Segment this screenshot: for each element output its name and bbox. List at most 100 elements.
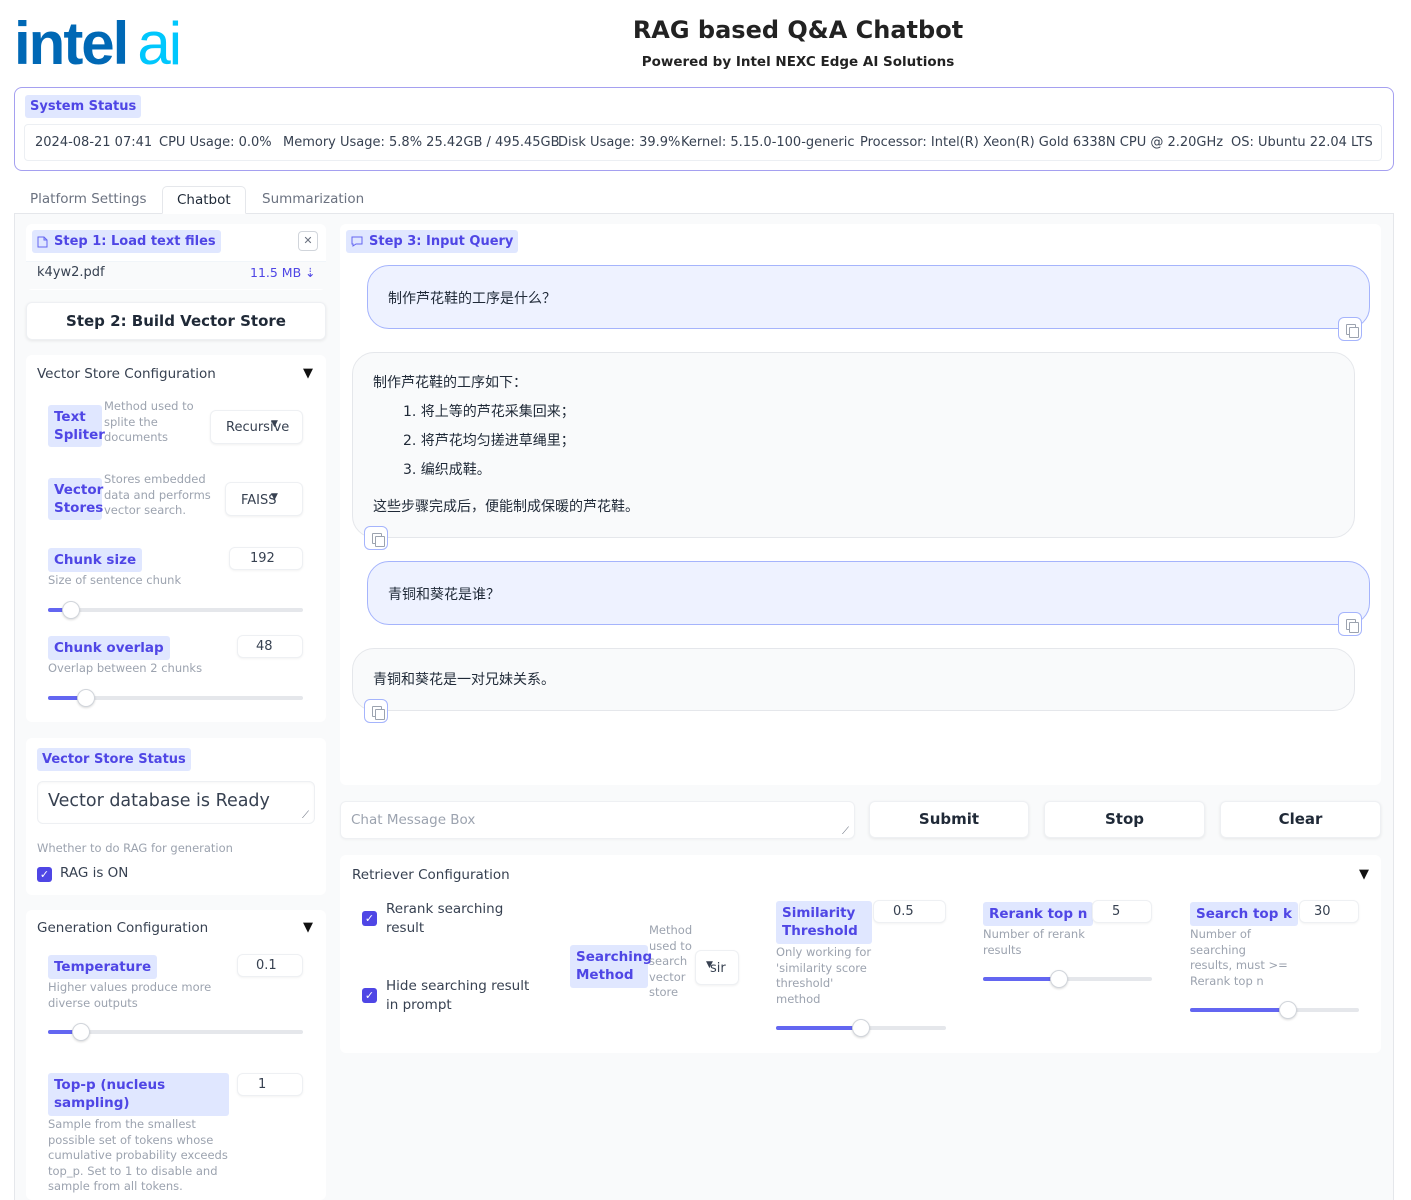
vector-store-config-title[interactable]: Vector Store Configuration	[37, 366, 216, 382]
status-processor: Processor: Intel(R) Xeon(R) Gold 6338N C…	[860, 135, 1224, 150]
build-vector-store-button[interactable]: Step 2: Build Vector Store	[26, 302, 326, 340]
vector-store-status-textbox[interactable]: Vector database is Ready	[37, 781, 315, 824]
chunk-size-slider[interactable]	[48, 601, 303, 619]
bot-message-outro: 这些步骤完成后，便能制成保暖的芦花鞋。	[373, 499, 639, 515]
slider-thumb[interactable]	[61, 601, 80, 619]
copy-icon[interactable]	[364, 699, 388, 723]
bot-message: 制作芦花鞋的工序如下： 1. 将上等的芦花采集回来； 2. 将芦花均匀搓进草绳里…	[352, 352, 1355, 538]
bot-message-step: 3. 编织成鞋。	[403, 462, 491, 478]
file-size-download[interactable]: 11.5 MB ⇣	[250, 265, 316, 280]
status-kernel: Kernel: 5.15.0-100-generic	[681, 135, 855, 150]
slider-thumb[interactable]	[1279, 1001, 1298, 1019]
slider-thumb[interactable]	[1050, 970, 1069, 988]
dropdown-arrow-icon: ▼	[271, 492, 278, 502]
slider-fill	[776, 1026, 861, 1030]
chat-message-placeholder: Chat Message Box	[351, 812, 476, 828]
similarity-threshold-input[interactable]: 0.5	[873, 900, 946, 923]
search-top-k-input[interactable]: 30	[1299, 900, 1359, 923]
intel-ai-logo: intel ai	[14, 14, 182, 74]
tab-platform-settings[interactable]: Platform Settings	[16, 186, 161, 214]
rag-checkbox[interactable]: ✓	[37, 867, 52, 882]
tab-summarization[interactable]: Summarization	[248, 186, 378, 214]
step3-label-text: Step 3: Input Query	[369, 234, 514, 249]
temperature-slider[interactable]	[48, 1023, 303, 1041]
chunk-size-label: Chunk size	[48, 548, 143, 572]
searching-method-dropdown[interactable]: sir ▼	[695, 950, 739, 985]
slider-fill	[983, 977, 1060, 981]
generation-config-title[interactable]: Generation Configuration	[37, 920, 208, 936]
collapse-triangle-icon[interactable]: ▼	[303, 366, 313, 381]
bot-message-step: 1. 将上等的芦花采集回来；	[403, 404, 575, 420]
slider-thumb[interactable]	[852, 1019, 870, 1037]
page-subtitle: Powered by Intel NEXC Edge AI Solutions	[641, 54, 955, 70]
logo-ai-text: ai	[137, 10, 182, 77]
vector-stores-dropdown[interactable]: FAISS ▼	[225, 482, 303, 516]
rerank-label: Rerank searching result	[386, 901, 504, 936]
bot-message-step: 2. 将芦花均匀搓进草绳里；	[403, 433, 575, 449]
rag-label: RAG is ON	[60, 865, 129, 881]
dropdown-arrow-icon: ▼	[706, 960, 713, 970]
search-top-k-info: Number of searching results, must >= Rer…	[1190, 927, 1288, 988]
hide-result-label: Hide searching result in prompt	[386, 978, 530, 1013]
resize-handle-icon[interactable]: ⟋	[842, 826, 849, 837]
status-memory: Memory Usage: 5.8% 25.42GB / 495.45GB	[283, 135, 560, 150]
close-icon[interactable]: ✕	[298, 231, 318, 251]
clear-button[interactable]: Clear	[1220, 801, 1381, 838]
search-top-k-label: Search top k	[1190, 902, 1299, 926]
tab-chatbot[interactable]: Chatbot	[162, 186, 246, 214]
step1-label: Step 1: Load text files	[32, 230, 221, 253]
collapse-triangle-icon[interactable]: ▼	[1359, 867, 1369, 882]
user-message: 制作芦花鞋的工序是什么？	[367, 265, 1370, 329]
bot-message-intro: 制作芦花鞋的工序如下：	[373, 375, 527, 391]
collapse-triangle-icon[interactable]: ▼	[303, 920, 313, 935]
rerank-top-n-input[interactable]: 5	[1092, 900, 1152, 923]
system-status-line: 2024-08-21 07:41 CPU Usage: 0.0% Memory …	[24, 124, 1382, 161]
similarity-threshold-slider[interactable]	[776, 1019, 946, 1037]
vector-stores-info: Stores embedded data and performs vector…	[104, 472, 211, 517]
similarity-threshold-info: Only working for 'similarity score thres…	[776, 945, 872, 1006]
chunk-overlap-label: Chunk overlap	[48, 636, 170, 660]
chunk-size-info: Size of sentence chunk	[48, 573, 182, 587]
top-p-info: Sample from the smallest possible set of…	[48, 1117, 228, 1193]
bot-message: 青铜和葵花是一对兄妹关系。	[352, 648, 1355, 711]
rerank-top-n-label: Rerank top n	[983, 902, 1094, 926]
retriever-config-title[interactable]: Retriever Configuration	[352, 867, 510, 883]
chat-message-input[interactable]: Chat Message Box	[340, 801, 855, 839]
text-splitter-label: Text Spliter	[48, 405, 105, 447]
search-top-k-slider[interactable]	[1190, 1001, 1359, 1019]
chunk-overlap-input[interactable]: 48	[237, 635, 303, 658]
copy-icon[interactable]	[1338, 612, 1362, 636]
file-icon	[37, 236, 48, 247]
resize-handle-icon[interactable]: ⟋	[302, 810, 309, 821]
status-os: OS: Ubuntu 22.04 LTS	[1231, 135, 1373, 150]
text-splitter-dropdown[interactable]: Recursive ▼	[210, 410, 303, 444]
status-cpu: CPU Usage: 0.0%	[159, 135, 272, 150]
user-message-text: 制作芦花鞋的工序是什么？	[388, 291, 556, 307]
chunk-overlap-slider[interactable]	[48, 689, 303, 707]
vector-stores-label: Vector Stores	[48, 478, 103, 520]
logo-intel-text: intel	[14, 10, 129, 77]
searching-method-info: Method used to search vector store	[649, 923, 693, 999]
submit-button[interactable]: Submit	[869, 801, 1029, 838]
vector-store-status-value: Vector database is Ready	[48, 791, 270, 811]
chunk-size-input[interactable]: 192	[229, 547, 303, 570]
hide-result-checkbox[interactable]: ✓	[362, 988, 377, 1003]
temperature-info: Higher values produce more diverse outpu…	[48, 980, 212, 1010]
vector-store-status-label: Vector Store Status	[37, 748, 191, 771]
text-splitter-value: Recursive	[226, 420, 290, 435]
temperature-input[interactable]: 0.1	[237, 954, 303, 977]
file-name: k4yw2.pdf	[37, 265, 105, 280]
rerank-checkbox[interactable]: ✓	[362, 911, 377, 926]
temperature-label: Temperature	[48, 955, 158, 979]
copy-icon[interactable]	[364, 526, 388, 550]
copy-icon[interactable]	[1338, 317, 1362, 341]
top-p-input[interactable]: 1	[237, 1073, 303, 1096]
slider-fill	[1190, 1008, 1289, 1012]
step1-label-text: Step 1: Load text files	[54, 234, 216, 249]
status-datetime: 2024-08-21 07:41	[35, 135, 153, 150]
top-p-label: Top-p (nucleus sampling)	[48, 1073, 229, 1116]
stop-button[interactable]: Stop	[1044, 801, 1205, 838]
user-message: 青铜和葵花是谁？	[367, 561, 1370, 625]
rerank-top-n-slider[interactable]	[983, 970, 1152, 988]
chunk-overlap-info: Overlap between 2 chunks	[48, 661, 203, 675]
